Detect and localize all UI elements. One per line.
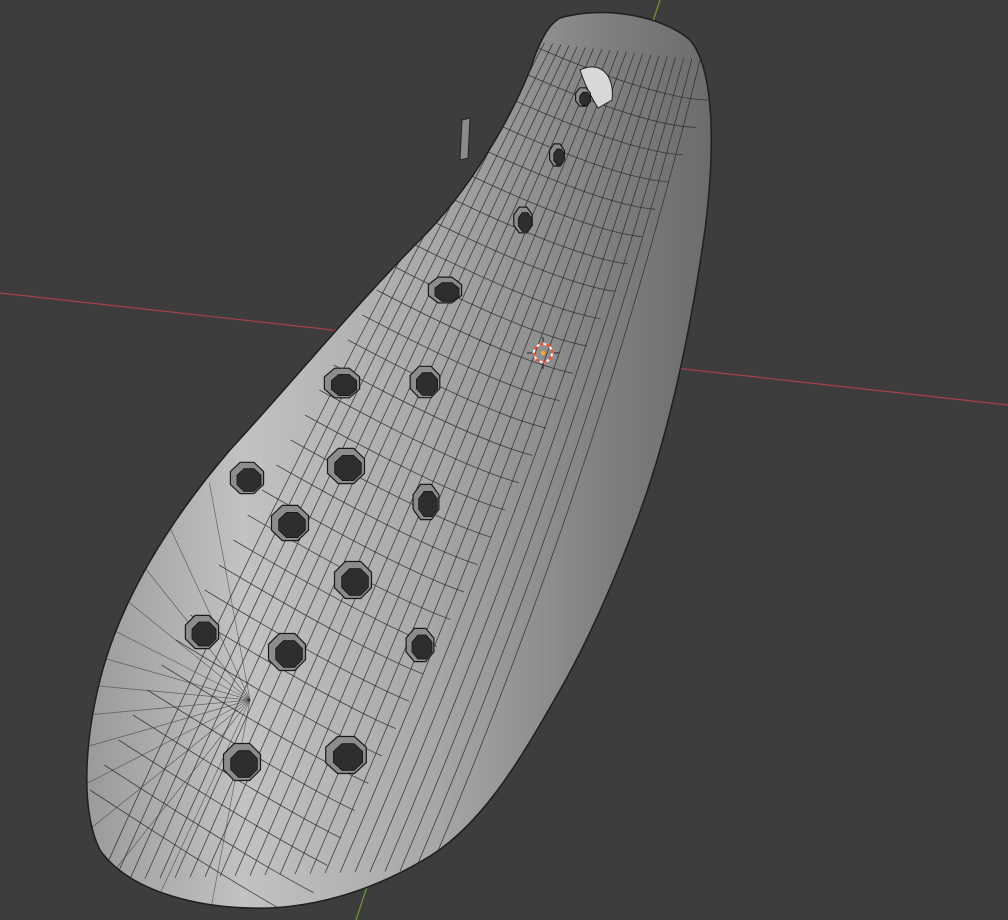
3d-viewport[interactable] [0, 0, 1008, 920]
hole [184, 614, 220, 650]
hole [323, 367, 361, 399]
hole [409, 365, 441, 399]
viewport-canvas[interactable] [0, 0, 1008, 920]
hole [405, 627, 435, 663]
hole [325, 735, 367, 775]
side-notch-detail [459, 117, 471, 161]
hole [267, 632, 307, 672]
hole [270, 504, 310, 542]
hole [229, 461, 265, 495]
mesh-silhouette [86, 11, 712, 909]
mesh-object[interactable] [0, 11, 712, 920]
hole [333, 560, 373, 600]
hole [222, 742, 262, 782]
hole [427, 276, 463, 304]
hole [326, 447, 366, 485]
hole [513, 206, 533, 234]
hole [574, 87, 592, 107]
hole [412, 483, 440, 521]
hole [548, 143, 566, 167]
